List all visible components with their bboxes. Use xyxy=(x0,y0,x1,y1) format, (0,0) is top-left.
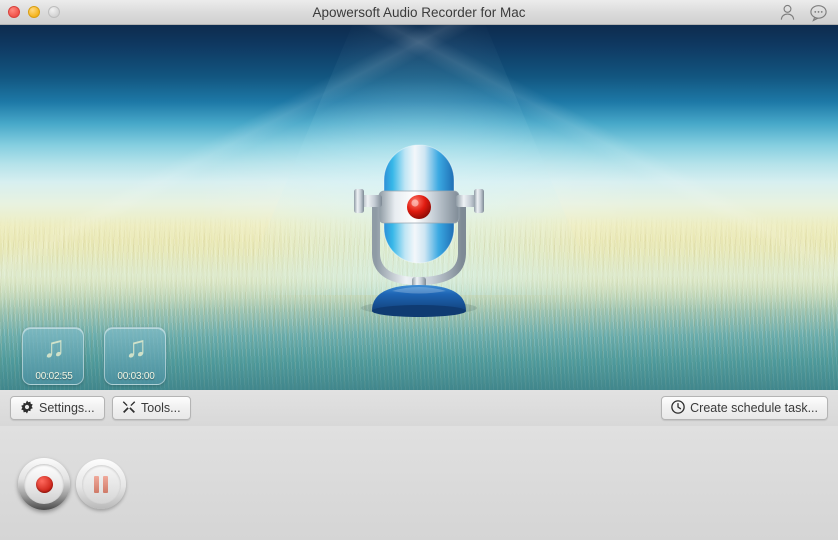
recent-tracks-list: ♫ 00:02:55 Track31 ♫ 00:03:00 Track32 xyxy=(22,327,166,390)
pause-bar xyxy=(103,475,108,493)
track-duration: 00:02:55 xyxy=(35,371,73,382)
clock-icon xyxy=(671,399,685,417)
window-title: Apowersoft Audio Recorder for Mac xyxy=(312,5,526,20)
music-note-icon: ♫ xyxy=(42,331,66,364)
app-window: Apowersoft Audio Recorder for Mac ♫ 00:0… xyxy=(0,0,838,540)
create-schedule-task-button[interactable]: Create schedule task... xyxy=(661,396,828,420)
toolbar: Settings... Tools... Record Library xyxy=(0,390,838,426)
track-thumbnail[interactable]: ♫ 00:02:55 xyxy=(22,327,84,385)
record-button-inner xyxy=(24,464,64,504)
wrench-screwdriver-icon xyxy=(122,400,136,417)
title-bar: Apowersoft Audio Recorder for Mac xyxy=(0,0,838,25)
list-item[interactable]: ♫ 00:02:55 Track31 xyxy=(22,327,84,390)
gear-icon xyxy=(20,400,34,417)
bottom-control-bar: 00:00:00 0.00 KB System Sound: Audio Sou… xyxy=(0,426,838,540)
list-item[interactable]: ♫ 00:03:00 Track32 xyxy=(104,327,166,390)
chat-bubble-icon[interactable] xyxy=(809,3,828,22)
track-duration: 00:03:00 xyxy=(117,371,155,382)
tools-button-label: Tools... xyxy=(141,401,181,415)
tools-button[interactable]: Tools... xyxy=(112,396,191,420)
microphone-icon xyxy=(334,125,504,320)
track-thumbnail[interactable]: ♫ 00:03:00 xyxy=(104,327,166,385)
music-note-icon: ♫ xyxy=(124,331,148,364)
record-icon xyxy=(35,475,53,493)
title-bar-actions xyxy=(778,3,828,22)
pause-button[interactable] xyxy=(76,459,126,509)
pause-bar xyxy=(94,475,99,493)
create-schedule-task-label: Create schedule task... xyxy=(690,401,818,415)
pause-icon xyxy=(81,464,121,504)
settings-button-label: Settings... xyxy=(39,401,95,415)
settings-button[interactable]: Settings... xyxy=(10,396,105,420)
hero-background: ♫ 00:02:55 Track31 ♫ 00:03:00 Track32 xyxy=(0,25,838,390)
user-icon[interactable] xyxy=(778,3,797,22)
record-button[interactable] xyxy=(18,458,70,510)
